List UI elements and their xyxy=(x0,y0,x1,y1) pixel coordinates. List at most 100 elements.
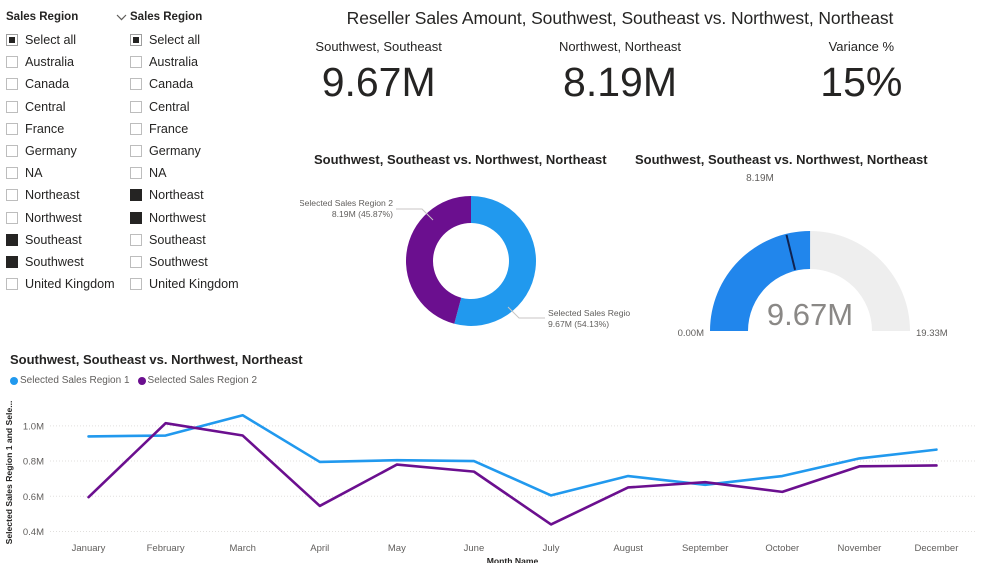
checkbox-unchecked[interactable] xyxy=(130,167,142,180)
donut-callout-value-2: 8.19M (45.87%) xyxy=(332,209,393,219)
checkbox-checked[interactable] xyxy=(6,233,18,246)
kpi-card-1[interactable]: Southwest, Southeast 9.67M xyxy=(258,39,499,103)
kpi-card-3[interactable]: Variance % 15% xyxy=(741,39,982,103)
donut-chart-svg[interactable]: Selected Sales Region 28.19M (45.87%) Sel… xyxy=(300,168,630,338)
slicer-item-label: NA xyxy=(25,166,43,181)
slicer-sales-region-1[interactable]: Sales Region Select all Australia Canada Ce… xyxy=(6,8,128,295)
checkbox-checked[interactable] xyxy=(6,255,18,268)
x-axis-tick-label: January xyxy=(72,543,106,554)
line-series-2[interactable] xyxy=(87,421,938,526)
slicer-item-label: Northwest xyxy=(25,210,82,225)
report-title: Reseller Sales Amount, Southwest, Southe… xyxy=(346,8,894,28)
x-axis-tick-label: April xyxy=(310,543,329,554)
x-axis-tick-label: November xyxy=(837,543,881,554)
slicer-sales-region-2[interactable]: Sales Region Select all Australia Canada Ce… xyxy=(130,8,252,295)
kpi-card-row: Southwest, Southeast 9.67M Northwest, Nort… xyxy=(258,39,982,103)
donut-chart-visual[interactable]: Southwest, Southeast vs. Northwest, Nort… xyxy=(300,150,630,340)
checkbox-unchecked[interactable] xyxy=(6,122,18,135)
gauge-chart-visual[interactable]: Southwest, Southeast vs. Northwest, Nort… xyxy=(630,150,988,340)
line-chart-svg[interactable]: 0.4M 0.6M 0.8M 1.0M January February March Apri… xyxy=(0,348,988,563)
slicer-item-central[interactable]: Central xyxy=(130,96,252,118)
slicer-item-northwest[interactable]: Northwest xyxy=(6,207,128,229)
slicer-item-southeast[interactable]: Southeast xyxy=(130,229,252,251)
slicer-item-northeast[interactable]: Northeast xyxy=(6,184,128,206)
checkbox-partial[interactable] xyxy=(6,34,18,47)
slicer-item-label: Southwest xyxy=(149,254,208,269)
slicer-item-label: Southeast xyxy=(25,232,82,247)
slicer-item-canada[interactable]: Canada xyxy=(130,73,252,95)
checkbox-unchecked[interactable] xyxy=(6,189,18,202)
slicer-item-australia[interactable]: Australia xyxy=(130,51,252,73)
slicer-item-label: NA xyxy=(149,166,167,181)
kpi-card-2[interactable]: Northwest, Northeast 8.19M xyxy=(499,39,740,103)
checkbox-unchecked[interactable] xyxy=(130,78,142,91)
checkbox-unchecked[interactable] xyxy=(130,255,142,268)
checkbox-unchecked[interactable] xyxy=(130,278,142,291)
checkbox-unchecked[interactable] xyxy=(130,100,142,113)
slicer-item-label: Germany xyxy=(149,144,201,159)
gauge-target-label: 8.19M xyxy=(746,173,774,184)
checkbox-unchecked[interactable] xyxy=(6,278,18,291)
slicer-item-france[interactable]: France xyxy=(6,118,128,140)
kpi-summary-block: Reseller Sales Amount, Southwest, Southe… xyxy=(258,8,982,103)
slicer-item-label: Southwest xyxy=(25,254,84,269)
slicer-item-germany[interactable]: Germany xyxy=(6,140,128,162)
x-axis-tick-label: September xyxy=(682,543,728,554)
slicer-item-label: Central xyxy=(149,99,190,114)
slicer-item-southeast[interactable]: Southeast xyxy=(6,229,128,251)
gauge-min-label: 0.00M xyxy=(678,328,704,339)
slicer-item-na[interactable]: NA xyxy=(6,162,128,184)
slicer-item-na[interactable]: NA xyxy=(130,162,252,184)
kpi-card-label: Southwest, Southeast xyxy=(315,39,442,54)
y-axis-tick-label: 1.0M xyxy=(23,421,44,432)
line-chart-visual[interactable]: Southwest, Southeast vs. Northwest, Nort… xyxy=(0,348,988,563)
slicer-2-item-list: Select all Australia Canada Central France Ge… xyxy=(130,29,252,295)
kpi-card-label: Variance % xyxy=(828,39,895,54)
checkbox-unchecked[interactable] xyxy=(130,145,142,158)
slicer-item-label: France xyxy=(25,121,65,136)
checkbox-unchecked[interactable] xyxy=(130,233,142,246)
gauge-chart-svg[interactable]: 8.19M 0.00M 19.33M 9.67M xyxy=(630,168,988,340)
checkbox-unchecked[interactable] xyxy=(6,211,18,224)
y-axis-tick-label: 0.8M xyxy=(23,457,44,468)
slicer-item-label: United Kingdom xyxy=(25,277,115,292)
gauge-chart-title: Southwest, Southeast vs. Northwest, Nort… xyxy=(635,152,928,167)
slicer-1-header: Sales Region xyxy=(6,8,128,26)
gauge-value-label: 9.67M xyxy=(767,297,853,332)
checkbox-checked[interactable] xyxy=(130,211,142,224)
slicer-2-title: Sales Region xyxy=(130,11,203,23)
checkbox-partial[interactable] xyxy=(130,34,142,47)
slicer-item-select-all[interactable]: Select all xyxy=(130,29,252,51)
checkbox-unchecked[interactable] xyxy=(6,167,18,180)
x-axis-tick-label: February xyxy=(147,543,185,554)
slicer-item-label: Southeast xyxy=(149,232,206,247)
slicer-item-select-all[interactable]: Select all xyxy=(6,29,128,51)
slicer-item-label: Northeast xyxy=(25,188,80,203)
slicer-item-northwest[interactable]: Northwest xyxy=(130,207,252,229)
slicer-item-canada[interactable]: Canada xyxy=(6,73,128,95)
slicer-item-northeast[interactable]: Northeast xyxy=(130,184,252,206)
slicer-item-united-kingdom[interactable]: United Kingdom xyxy=(6,273,128,295)
chevron-down-icon[interactable] xyxy=(114,10,128,24)
slicer-item-southwest[interactable]: Southwest xyxy=(6,251,128,273)
checkbox-unchecked[interactable] xyxy=(130,122,142,135)
checkbox-checked[interactable] xyxy=(130,189,142,202)
checkbox-unchecked[interactable] xyxy=(6,56,18,69)
slicer-item-label: Australia xyxy=(25,55,74,70)
slicer-item-label: Germany xyxy=(25,144,77,159)
slicer-item-label: United Kingdom xyxy=(149,277,239,292)
checkbox-unchecked[interactable] xyxy=(130,56,142,69)
slicer-item-germany[interactable]: Germany xyxy=(130,140,252,162)
slicer-item-australia[interactable]: Australia xyxy=(6,51,128,73)
checkbox-unchecked[interactable] xyxy=(6,100,18,113)
x-axis-tick-label: October xyxy=(765,543,799,554)
slicer-item-label: France xyxy=(149,121,189,136)
x-axis-title: Month Name xyxy=(487,556,539,563)
kpi-card-value: 8.19M xyxy=(563,59,677,105)
slicer-item-france[interactable]: France xyxy=(130,118,252,140)
slicer-item-southwest[interactable]: Southwest xyxy=(130,251,252,273)
slicer-item-central[interactable]: Central xyxy=(6,96,128,118)
checkbox-unchecked[interactable] xyxy=(6,78,18,91)
slicer-item-united-kingdom[interactable]: United Kingdom xyxy=(130,273,252,295)
checkbox-unchecked[interactable] xyxy=(6,145,18,158)
